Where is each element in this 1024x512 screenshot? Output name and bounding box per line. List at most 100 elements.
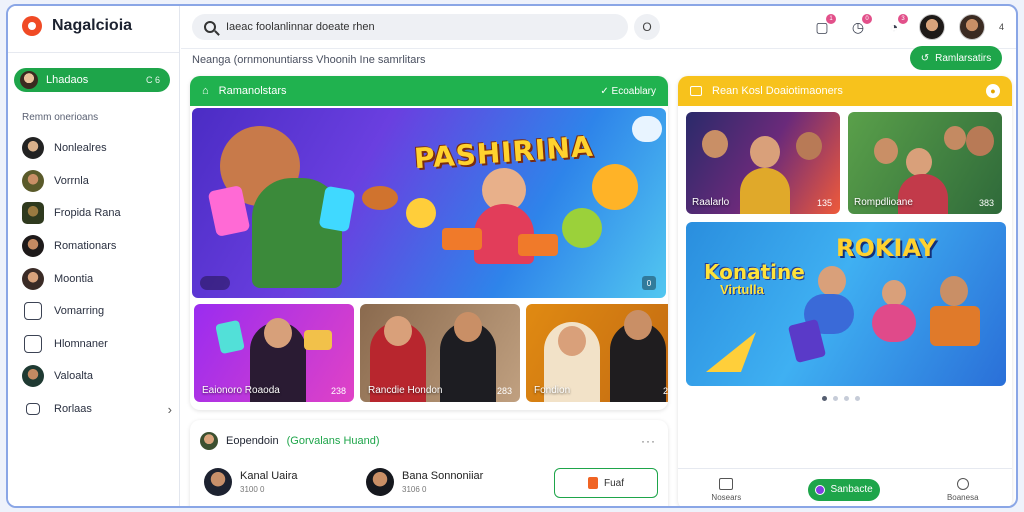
person-head — [624, 310, 652, 340]
sidebar-item-label: Rorlaas — [54, 403, 92, 416]
recommended-card-title: Rean Kosl Doaiotimaoners — [712, 85, 843, 97]
carousel-dot[interactable] — [833, 396, 838, 401]
sidebar-list: Nonlealres Vorrnla Fropida Rana Romation… — [22, 132, 172, 425]
comments-title: Eopendoin — [226, 435, 279, 447]
info-icon[interactable]: ● — [986, 84, 1000, 98]
more-indicator[interactable]: 4 — [999, 22, 1004, 32]
avatar-icon — [200, 432, 218, 450]
person-head — [874, 138, 898, 164]
search-icon — [204, 21, 216, 33]
comment-user[interactable]: Bana Sonnoniiar 3106 0 — [366, 468, 483, 496]
bookmark-icon — [587, 477, 598, 489]
sidebar-item-6[interactable]: Vomarring — [22, 295, 172, 328]
nav-item-label: Sanbacte — [830, 484, 873, 495]
sidebar-item-active[interactable]: Lhadaos C 6 — [14, 68, 170, 92]
video-thumb[interactable]: Rancdie Hondon 283 — [360, 304, 520, 402]
book-prop — [930, 306, 980, 346]
hero-banner[interactable]: PASHIRINA 0 — [192, 108, 666, 298]
sidebar-item-1[interactable]: Nonlealres — [22, 132, 172, 165]
refresh-icon: ↺ — [920, 52, 930, 64]
comment-action-button[interactable]: Fuaf — [554, 468, 658, 498]
sidebar-active-count: C 6 — [145, 75, 160, 85]
sidebar-item-5[interactable]: Moontia — [22, 262, 172, 295]
search-input[interactable]: Iaeac foolanlinnar doeate rhen — [192, 14, 628, 40]
book-prop — [442, 228, 482, 250]
promo-title: ROKIAY — [836, 234, 937, 262]
person-head — [384, 316, 412, 346]
nav-item-home[interactable]: Nosears — [711, 477, 741, 502]
video-thumb[interactable]: Fondion 236 — [526, 304, 668, 402]
hero-counter: 0 — [642, 276, 656, 290]
thumb-duration: 238 — [330, 386, 346, 396]
comment-user-meta: 3106 0 — [402, 485, 427, 494]
sidebar-item-3[interactable]: Fropida Rana — [22, 197, 172, 230]
profile-icon — [956, 477, 969, 490]
sidebar-item-label: Fropida Rana — [54, 207, 121, 220]
nav-item-active[interactable]: Sanbacte — [808, 478, 881, 501]
card-prop — [318, 185, 356, 233]
nav-item-profile[interactable]: Boanesa — [946, 477, 979, 502]
promo-banner[interactable]: ROKIAY Konatine Virtulla — [686, 222, 1006, 386]
avatar-icon — [22, 365, 44, 388]
person-head — [944, 126, 966, 150]
person-head — [966, 126, 994, 156]
cart-icon[interactable]: ▢ 1 — [811, 14, 836, 38]
card-prop — [215, 319, 245, 355]
comment-user-meta: 3100 0 — [240, 485, 265, 494]
avatar — [204, 468, 232, 496]
person-figure — [740, 168, 790, 214]
bell-icon[interactable]: ◔ 3 — [883, 14, 908, 38]
cloud-shape — [632, 116, 662, 142]
thumb-caption: Rompdlioane — [854, 197, 913, 208]
sidebar-item-8[interactable]: Valoalta — [22, 360, 172, 393]
lock-icon — [26, 403, 40, 416]
sidebar-item-7[interactable]: Hlomnaner — [22, 328, 172, 361]
comment-user[interactable]: Kanal Uaira 3100 0 — [204, 468, 297, 496]
person-figure — [872, 304, 916, 342]
video-thumb[interactable]: Raalarlo 135 — [686, 112, 840, 214]
nav-item-label: Boanesa — [946, 492, 979, 502]
carousel-dots — [822, 396, 860, 401]
brand[interactable]: Nagalcioia — [22, 16, 132, 36]
fish-character — [362, 186, 398, 210]
recommended-card: Rean Kosl Doaiotimaoners ● Raalarlo 135 … — [678, 76, 1012, 506]
person-figure — [898, 174, 948, 214]
voice-search-button[interactable]: O — [634, 14, 660, 40]
avatar[interactable] — [958, 14, 985, 40]
carousel-dot[interactable] — [844, 396, 849, 401]
thumb-duration: 135 — [816, 198, 832, 208]
clock-icon[interactable]: ◷ 0 — [847, 14, 872, 38]
primary-action-button[interactable]: ↺ Ramlarsatirs — [910, 46, 1002, 70]
featured-card: ⌂ Ramanolstars ✓ Ecoablary PASHIRINA 0 E… — [190, 76, 668, 410]
avatar-icon — [22, 267, 44, 290]
monster-character — [406, 198, 436, 228]
chevron-right-icon[interactable]: › — [168, 402, 172, 417]
more-options-icon[interactable]: ··· — [641, 434, 656, 448]
avatar — [366, 468, 394, 496]
video-thumb[interactable]: Eaionoro Roaoda 238 — [194, 304, 354, 402]
sidebar-item-4[interactable]: Romationars — [22, 230, 172, 263]
sidebar-item-label: Vorrnla — [54, 174, 89, 187]
document-icon — [24, 334, 42, 353]
avatar[interactable] — [918, 14, 945, 40]
thumb-caption: Fondion — [534, 385, 571, 396]
primary-action-label: Ramlarsatirs — [935, 52, 992, 64]
thumb-duration: 236 — [662, 386, 668, 396]
sidebar-divider — [8, 52, 179, 53]
playlist-icon — [690, 86, 702, 96]
sidebar-item-2[interactable]: Vorrnla — [22, 165, 172, 198]
featured-card-action[interactable]: ✓ Ecoablary — [600, 86, 656, 97]
brand-logo-icon — [22, 16, 42, 36]
avatar-icon — [22, 169, 44, 192]
sidebar-item-label: Nonlealres — [54, 142, 107, 155]
app-icon — [815, 484, 826, 495]
comment-action-label: Fuaf — [603, 477, 624, 489]
carousel-dot[interactable] — [855, 396, 860, 401]
carousel-dot[interactable] — [822, 396, 827, 401]
thumb-duration: 283 — [496, 386, 512, 396]
person-head — [940, 276, 968, 306]
avatar-icon — [22, 235, 44, 258]
video-thumb[interactable]: Rompdlioane 383 — [848, 112, 1002, 214]
sidebar-item-9[interactable]: Rorlaas › — [22, 393, 172, 426]
recommended-card-header: Rean Kosl Doaiotimaoners ● — [678, 76, 1012, 106]
